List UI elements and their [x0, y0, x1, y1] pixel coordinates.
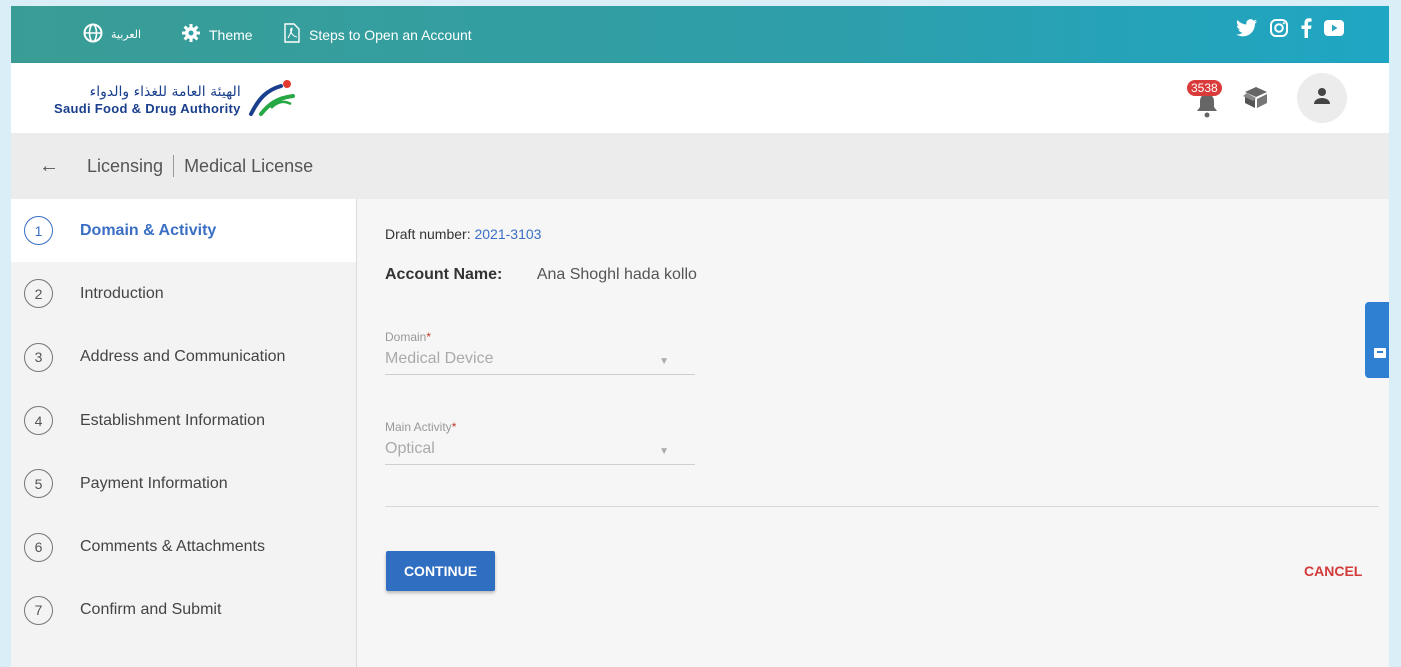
logo-english-text: Saudi Food & Drug Authority: [54, 101, 241, 116]
page-title: Medical License: [184, 155, 314, 176]
back-arrow-icon[interactable]: ←: [39, 155, 59, 178]
facebook-icon[interactable]: [1300, 18, 1312, 38]
step-payment-information[interactable]: 5 Payment Information: [11, 452, 356, 515]
top-bar: العربية Theme Steps to Open an Account: [11, 6, 1389, 63]
step-number: 6: [24, 532, 53, 562]
box-icon: [1243, 87, 1269, 113]
logo-arabic-text: الهيئة العامة للغذاء والدواء: [89, 84, 241, 100]
step-label: Payment Information: [80, 474, 228, 492]
steps-label: Steps to Open an Account: [309, 26, 472, 43]
dropdown-arrow-icon: ▼: [659, 356, 669, 367]
step-domain-activity[interactable]: 1 Domain & Activity: [11, 199, 356, 263]
form-divider: [385, 506, 1379, 507]
account-name: Account Name: Ana Shoghl hada kollo: [385, 266, 697, 284]
language-switch[interactable]: العربية: [83, 23, 141, 46]
sfda-emblem-icon: [247, 78, 297, 121]
form-panel: Draft number: 2021-3103 Account Name: An…: [358, 199, 1389, 667]
main-activity-select[interactable]: Main Activity* Optical ▼: [385, 420, 695, 465]
required-mark: *: [426, 330, 432, 344]
step-number: 5: [24, 469, 53, 499]
social-links: [1236, 18, 1345, 38]
step-label: Domain & Activity: [80, 221, 217, 239]
required-mark: *: [451, 420, 457, 434]
main-activity-value[interactable]: Optical ▼: [385, 440, 695, 465]
package-box-button[interactable]: [1243, 85, 1269, 114]
step-number: 4: [24, 406, 53, 436]
step-address-communication[interactable]: 3 Address and Communication: [11, 326, 356, 389]
sfda-logo[interactable]: الهيئة العامة للغذاء والدواء Saudi Food …: [54, 78, 297, 121]
domain-value[interactable]: Medical Device ▼: [385, 350, 695, 375]
step-label: Introduction: [80, 284, 164, 302]
wizard-steps: 1 Domain & Activity 2 Introduction 3 Add…: [11, 199, 357, 667]
domain-label: Domain*: [385, 330, 432, 344]
user-icon: [1312, 87, 1332, 110]
theme-label: Theme: [209, 26, 253, 43]
step-comments-attachments[interactable]: 6 Comments & Attachments: [11, 515, 356, 578]
step-number: 7: [24, 595, 53, 625]
notification-count-badge: 3538: [1187, 80, 1222, 96]
user-avatar-button[interactable]: [1297, 73, 1347, 123]
step-label: Establishment Information: [80, 411, 265, 429]
dropdown-arrow-icon: ▼: [659, 446, 669, 457]
notifications-button[interactable]: 3538: [1187, 78, 1227, 118]
step-introduction[interactable]: 2 Introduction: [11, 262, 356, 325]
account-name-value: Ana Shoghl hada kollo: [536, 266, 697, 283]
step-label: Address and Communication: [80, 348, 286, 366]
step-label: Confirm and Submit: [80, 601, 222, 619]
step-confirm-submit[interactable]: 7 Confirm and Submit: [11, 579, 356, 642]
steps-to-open-account-link[interactable]: Steps to Open an Account: [283, 23, 472, 46]
app-window: العربية Theme Steps to Open an Account ا…: [11, 6, 1389, 667]
draft-number-value: 2021-3103: [474, 226, 542, 242]
twitter-icon[interactable]: [1236, 19, 1258, 37]
continue-button[interactable]: CONTINUE: [386, 551, 495, 591]
main-activity-label: Main Activity*: [385, 420, 457, 434]
app-header: الهيئة العامة للغذاء والدواء Saudi Food …: [11, 63, 1389, 133]
breadcrumb-divider: [173, 155, 175, 177]
step-number: 2: [24, 279, 53, 309]
youtube-icon[interactable]: [1323, 19, 1345, 37]
floating-side-tab[interactable]: [1365, 302, 1389, 378]
gear-icon: [181, 23, 201, 46]
pdf-icon: [283, 23, 301, 46]
draft-number: Draft number: 2021-3103: [385, 226, 541, 242]
theme-button[interactable]: Theme: [181, 23, 253, 46]
step-establishment-information[interactable]: 4 Establishment Information: [11, 389, 356, 452]
step-number: 1: [24, 216, 53, 246]
cancel-button[interactable]: CANCEL: [1304, 563, 1362, 579]
globe-icon: [83, 23, 103, 46]
step-number: 3: [24, 342, 53, 372]
draft-number-label: Draft number:: [385, 226, 471, 242]
breadcrumb: ← Licensing Medical License: [11, 133, 1389, 199]
breadcrumb-section[interactable]: Licensing: [87, 156, 163, 177]
instagram-icon[interactable]: [1269, 18, 1289, 38]
account-name-label: Account Name:: [385, 266, 503, 283]
step-label: Comments & Attachments: [80, 538, 265, 556]
domain-select[interactable]: Domain* Medical Device ▼: [385, 330, 695, 375]
language-label: العربية: [111, 29, 142, 41]
cart-icon: [1373, 346, 1387, 365]
bell-icon: [1195, 92, 1219, 123]
